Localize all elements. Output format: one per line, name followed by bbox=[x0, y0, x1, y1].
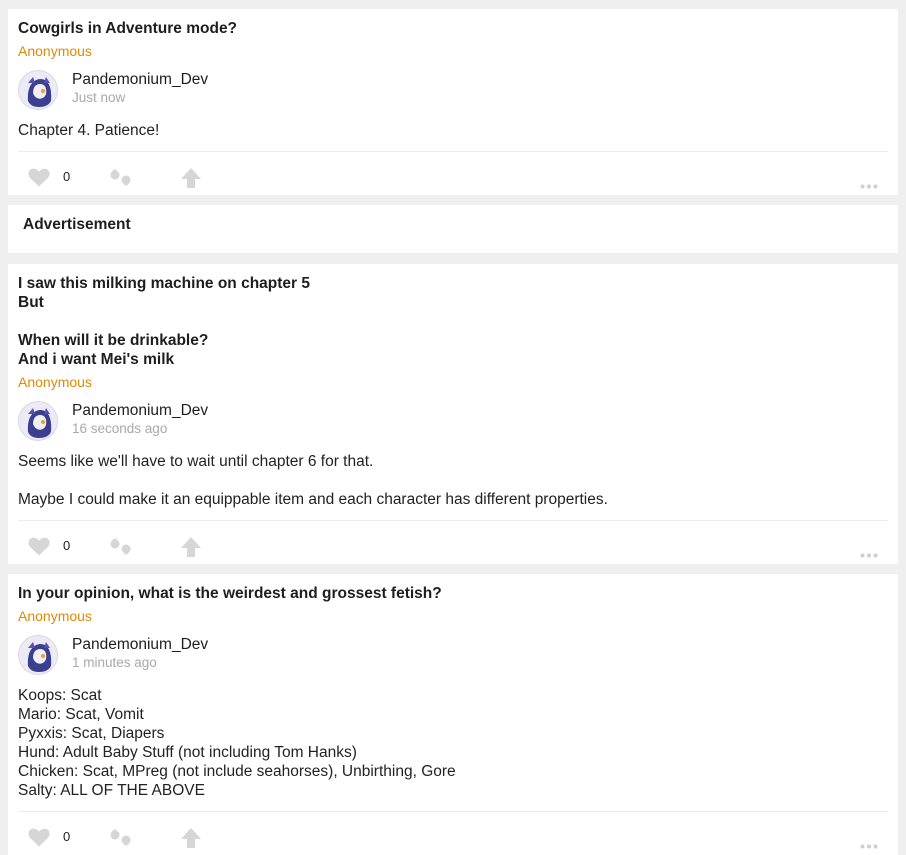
advertisement-label: Advertisement bbox=[23, 216, 131, 233]
heart-icon[interactable] bbox=[28, 168, 50, 192]
share-arrow-icon[interactable] bbox=[180, 536, 202, 563]
advertisement-card: Advertisement bbox=[8, 205, 898, 253]
question-text: Cowgirls in Adventure mode? bbox=[18, 20, 238, 37]
like-count: 0 bbox=[63, 538, 71, 553]
quote-icon[interactable] bbox=[110, 169, 132, 192]
quote-icon[interactable] bbox=[110, 538, 132, 561]
feed: Cowgirls in Adventure mode? Anonymous Pa… bbox=[0, 0, 906, 855]
post-card: In your opinion, what is the weirdest an… bbox=[8, 574, 898, 855]
answer-text: Chapter 4. Patience! bbox=[18, 122, 160, 139]
avatar[interactable] bbox=[18, 401, 58, 441]
timestamp: 1 minutes ago bbox=[72, 655, 157, 670]
question-text: In your opinion, what is the weirdest an… bbox=[18, 585, 442, 602]
like-count: 0 bbox=[63, 829, 71, 844]
quote-icon[interactable] bbox=[110, 829, 132, 852]
answer-author: Pandemonium_Dev Just now bbox=[18, 70, 888, 112]
answer-author: Pandemonium_Dev 1 minutes ago bbox=[18, 635, 888, 677]
asker-name[interactable]: Anonymous bbox=[18, 42, 888, 60]
asker-name[interactable]: Anonymous bbox=[18, 373, 888, 391]
action-bar: 0 bbox=[18, 521, 888, 565]
post-card: Cowgirls in Adventure mode? Anonymous Pa… bbox=[8, 9, 898, 195]
like-count: 0 bbox=[63, 169, 71, 184]
author-name[interactable]: Pandemonium_Dev bbox=[72, 401, 208, 420]
question-text: I saw this milking machine on chapter 5 … bbox=[18, 275, 310, 368]
post-card: I saw this milking machine on chapter 5 … bbox=[8, 264, 898, 564]
more-dots-icon[interactable] bbox=[860, 836, 878, 854]
timestamp: Just now bbox=[72, 90, 126, 105]
answer-text: Seems like we'll have to wait until chap… bbox=[18, 453, 608, 508]
heart-icon[interactable] bbox=[28, 828, 50, 852]
action-bar: 0 bbox=[18, 812, 888, 855]
avatar[interactable] bbox=[18, 635, 58, 675]
answer-author: Pandemonium_Dev 16 seconds ago bbox=[18, 401, 888, 443]
share-arrow-icon[interactable] bbox=[180, 827, 202, 854]
share-arrow-icon[interactable] bbox=[180, 167, 202, 194]
answer-text: Koops: Scat Mario: Scat, Vomit Pyxxis: S… bbox=[18, 687, 456, 799]
timestamp: 16 seconds ago bbox=[72, 421, 168, 436]
author-name[interactable]: Pandemonium_Dev bbox=[72, 70, 208, 89]
asker-name[interactable]: Anonymous bbox=[18, 607, 888, 625]
avatar[interactable] bbox=[18, 70, 58, 110]
more-dots-icon[interactable] bbox=[860, 176, 878, 194]
more-dots-icon[interactable] bbox=[860, 545, 878, 563]
heart-icon[interactable] bbox=[28, 537, 50, 561]
author-name[interactable]: Pandemonium_Dev bbox=[72, 635, 208, 654]
action-bar: 0 bbox=[18, 152, 888, 196]
